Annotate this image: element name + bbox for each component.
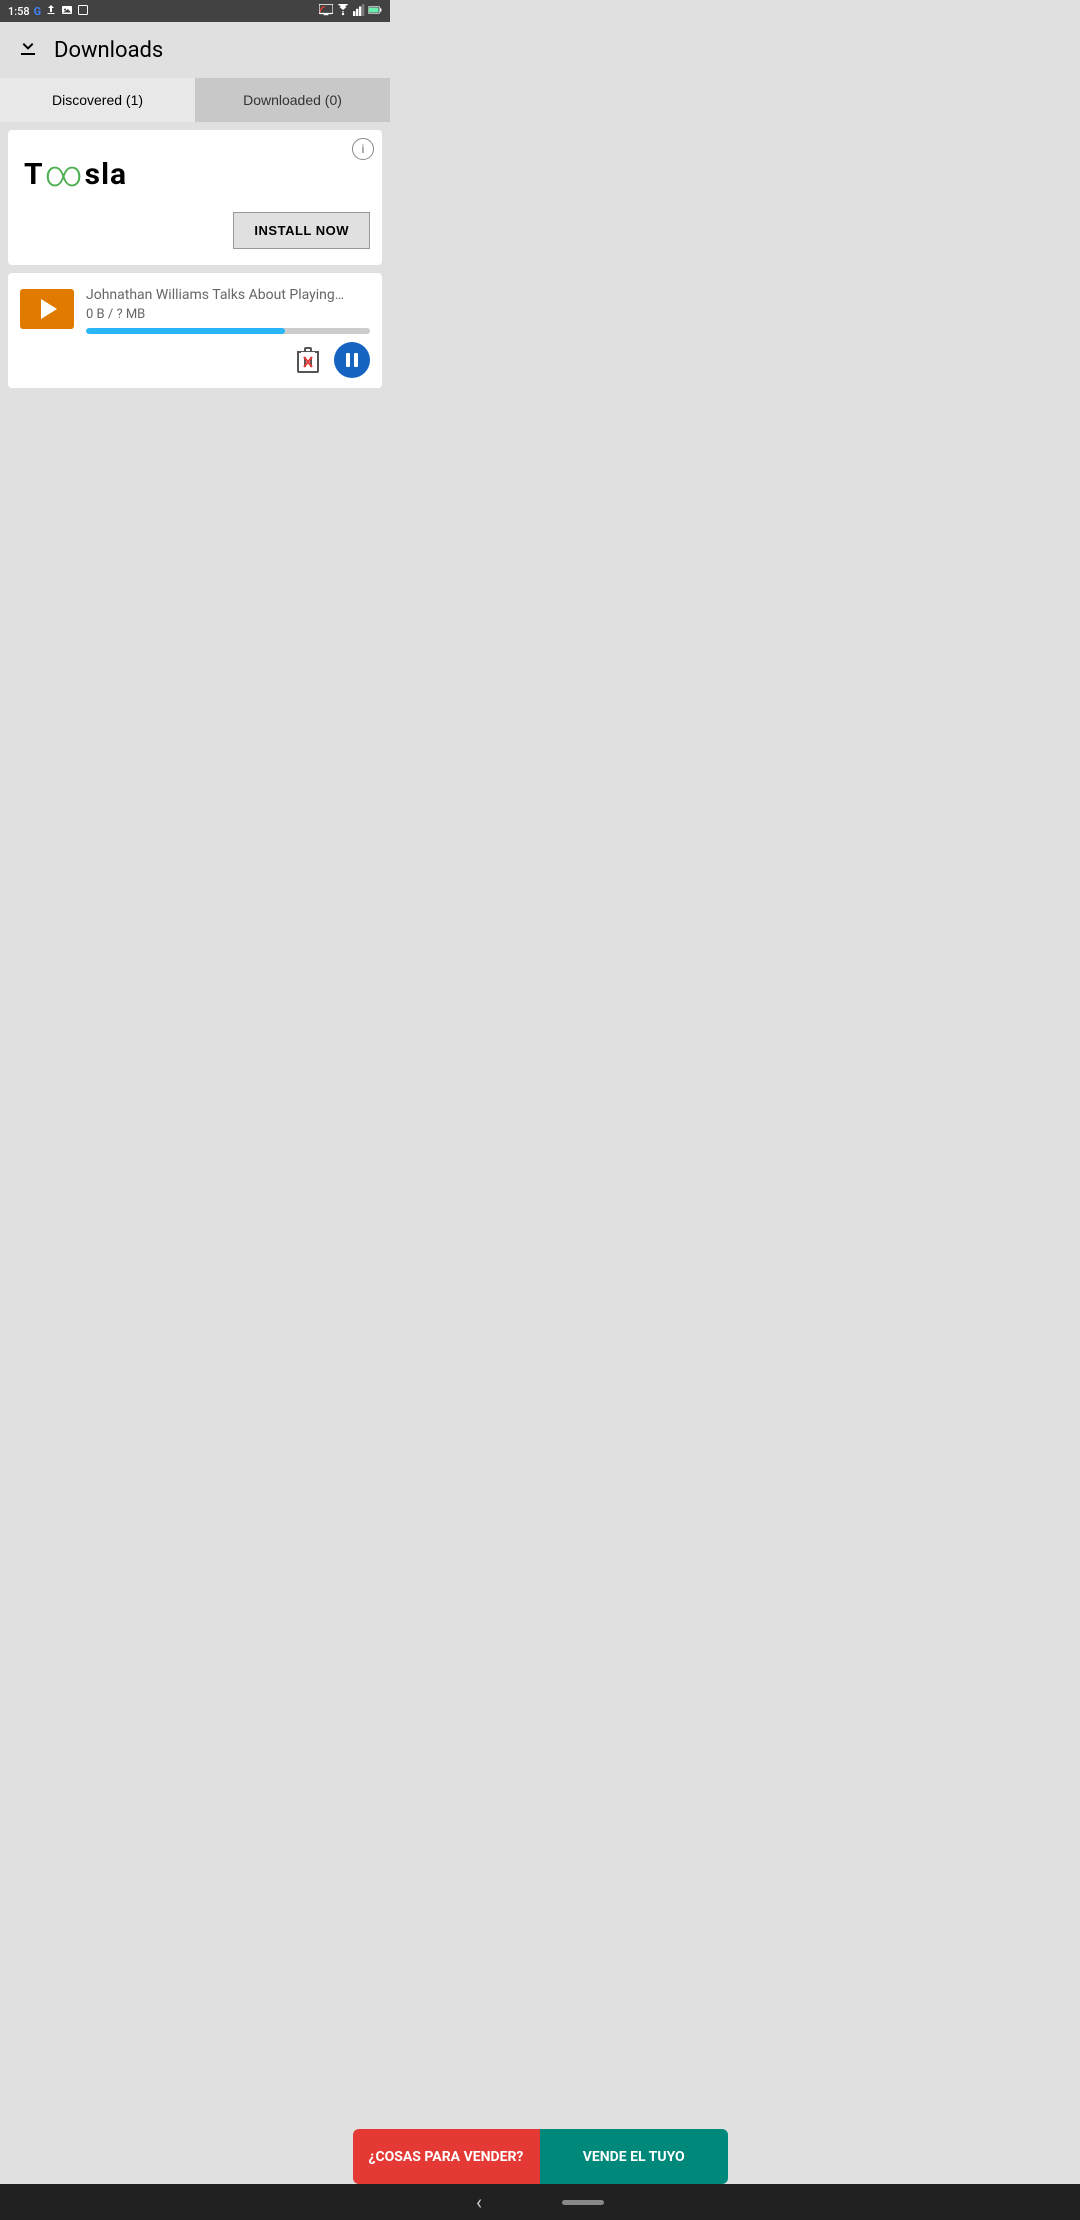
download-size: 0 B / ? MB	[86, 307, 370, 322]
status-bar-right	[319, 4, 382, 19]
ad-banner-inner: ¿COSAS PARA VENDER? VENDE EL TUYO	[353, 2129, 728, 2184]
download-card: Johnathan Williams Talks About Playing… …	[8, 273, 382, 388]
toosla-text-t: T	[24, 157, 44, 192]
ad-left[interactable]: ¿COSAS PARA VENDER?	[353, 2129, 541, 2184]
toosla-logo: T∞sla	[24, 156, 370, 192]
play-icon	[41, 299, 57, 319]
download-actions	[20, 342, 370, 378]
toosla-infinity-icon: ∞	[45, 156, 84, 192]
ad-right[interactable]: VENDE EL TUYO	[540, 2129, 728, 2184]
download-icon	[16, 35, 40, 65]
tab-downloaded[interactable]: Downloaded (0)	[195, 78, 390, 122]
header: Downloads	[0, 22, 390, 78]
signal-icon	[353, 4, 365, 19]
wifi-icon	[336, 4, 350, 19]
ad-banner[interactable]: ¿COSAS PARA VENDER? VENDE EL TUYO	[0, 2129, 1080, 2184]
square-icon	[77, 4, 89, 19]
tab-discovered[interactable]: Discovered (1)	[0, 78, 195, 122]
photo-icon	[61, 4, 73, 19]
time-display: 1:58	[8, 5, 30, 18]
cast-icon	[319, 4, 333, 19]
download-info: Johnathan Williams Talks About Playing… …	[86, 287, 370, 334]
info-button[interactable]: i	[352, 138, 374, 160]
google-icon: G	[34, 5, 42, 18]
pause-icon	[346, 353, 358, 367]
download-title: Johnathan Williams Talks About Playing…	[86, 287, 370, 303]
status-bar: 1:58 G	[0, 0, 390, 22]
status-bar-left: 1:58 G	[8, 4, 89, 19]
back-button[interactable]: ‹	[476, 2190, 482, 2214]
battery-icon	[368, 4, 382, 19]
progress-bar-container	[86, 328, 370, 334]
nav-bar: ‹	[0, 2184, 1080, 2220]
info-icon: i	[362, 142, 365, 156]
tabs-container: Discovered (1) Downloaded (0)	[0, 78, 390, 122]
progress-bar-fill	[86, 328, 285, 334]
ad-card: i T∞sla INSTALL NOW	[8, 130, 382, 265]
toosla-text-sla: sla	[85, 157, 127, 192]
install-now-button[interactable]: INSTALL NOW	[233, 212, 370, 249]
page-title: Downloads	[54, 38, 163, 63]
home-indicator[interactable]	[562, 2200, 604, 2205]
video-thumbnail	[20, 289, 74, 329]
trash-icon	[297, 347, 319, 373]
delete-button[interactable]	[292, 344, 324, 376]
upload-icon	[45, 4, 57, 19]
main-content: i T∞sla INSTALL NOW Johnathan Williams T…	[0, 122, 390, 800]
pause-button[interactable]	[334, 342, 370, 378]
download-top: Johnathan Williams Talks About Playing… …	[20, 287, 370, 334]
